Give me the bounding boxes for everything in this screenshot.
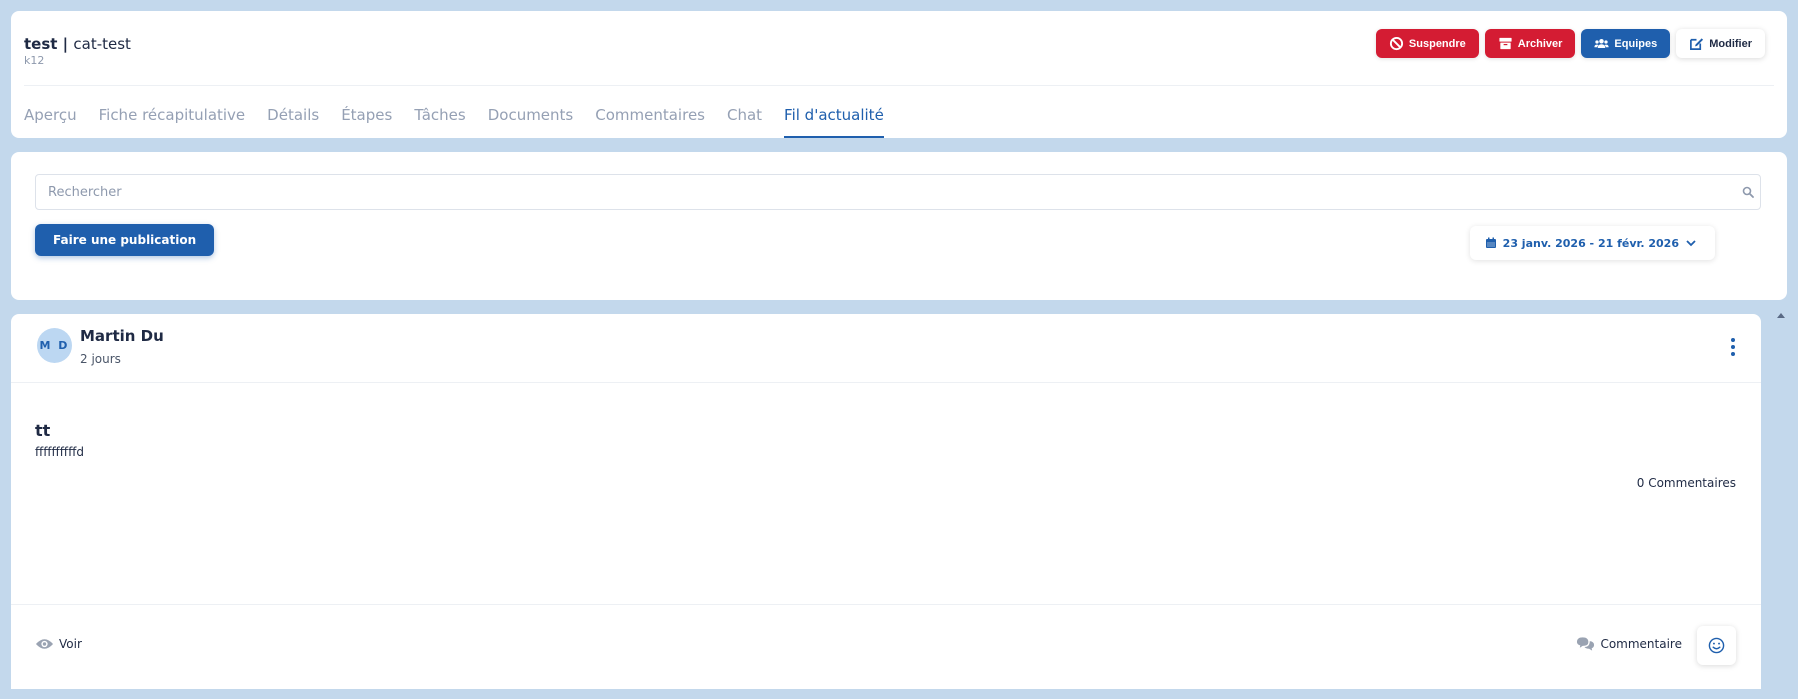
eye-icon <box>35 639 54 649</box>
archive-button[interactable]: Archiver <box>1484 29 1576 58</box>
tab-taches[interactable]: Tâches <box>414 106 465 138</box>
teams-label: Equipes <box>1614 37 1658 50</box>
users-icon <box>1594 39 1610 48</box>
post-timestamp: 2 jours <box>80 352 121 366</box>
calendar-icon <box>1485 237 1496 248</box>
tab-chat[interactable]: Chat <box>727 106 762 138</box>
feed-post: M D Martin Du 2 jours tt ffffffffffd 0 C… <box>11 314 1761 689</box>
edit-label: Modifier <box>1709 37 1752 50</box>
tab-fil-actualite[interactable]: Fil d'actualité <box>784 106 884 138</box>
header-actions: Suspendre Archiver Equipes Modifier <box>1375 29 1765 58</box>
post-footer-divider <box>11 604 1761 605</box>
create-post-button[interactable]: Faire une publication <box>35 224 215 256</box>
comment-button[interactable]: Commentaire <box>1576 636 1682 652</box>
edit-button[interactable]: Modifier <box>1676 29 1765 58</box>
avatar: M D <box>37 328 72 363</box>
emoji-reaction-button[interactable] <box>1697 626 1736 665</box>
tab-documents[interactable]: Documents <box>488 106 574 138</box>
title-separator: | <box>57 35 74 53</box>
tab-etapes[interactable]: Étapes <box>341 106 392 138</box>
date-range-label: 23 janv. 2026 - 21 févr. 2026 <box>1502 236 1679 250</box>
archive-box-icon <box>1499 37 1512 50</box>
view-post-button[interactable]: Voir <box>35 637 82 651</box>
comment-label: Commentaire <box>1600 637 1682 651</box>
suspend-label: Suspendre <box>1408 37 1466 50</box>
teams-button[interactable]: Equipes <box>1581 29 1671 58</box>
date-range-picker[interactable]: 23 janv. 2026 - 21 févr. 2026 <box>1469 226 1715 260</box>
project-name: test <box>24 35 58 53</box>
tab-fiche-recapitulative[interactable]: Fiche récapitulative <box>99 106 246 138</box>
post-body: ffffffffffd <box>35 445 84 459</box>
project-subtitle: k12 <box>24 54 45 67</box>
tab-apercu[interactable]: Aperçu <box>24 106 77 138</box>
tab-bar: Aperçu Fiche récapitulative Détails Étap… <box>24 106 906 138</box>
post-menu-icon[interactable] <box>1729 338 1737 356</box>
project-title: test | cat-test <box>24 35 131 53</box>
post-author-name: Martin Du <box>80 327 164 345</box>
project-category: cat-test <box>73 35 131 53</box>
post-header-divider <box>11 382 1761 383</box>
comments-count[interactable]: 0 Commentaires <box>1637 476 1736 490</box>
scroll-up-arrow-icon[interactable] <box>1777 312 1785 318</box>
tab-commentaires[interactable]: Commentaires <box>595 106 705 138</box>
tab-details[interactable]: Détails <box>267 106 319 138</box>
archive-label: Archiver <box>1517 37 1563 50</box>
smile-icon <box>1708 637 1725 654</box>
project-header: test | cat-test k12 Suspendre Archiver E… <box>11 11 1787 138</box>
feed-filter-panel: Faire une publication 23 janv. 2026 - 21… <box>11 152 1787 300</box>
suspend-button[interactable]: Suspendre <box>1375 29 1479 58</box>
edit-icon <box>1690 38 1704 50</box>
view-label: Voir <box>59 637 82 651</box>
search-input[interactable] <box>36 175 1760 209</box>
post-title: tt <box>35 421 51 440</box>
header-divider <box>24 85 1774 86</box>
search-icon[interactable] <box>1742 186 1754 198</box>
chevron-down-icon <box>1686 240 1696 247</box>
search-box <box>35 174 1761 210</box>
ban-icon <box>1389 36 1403 51</box>
comments-icon <box>1577 637 1595 651</box>
